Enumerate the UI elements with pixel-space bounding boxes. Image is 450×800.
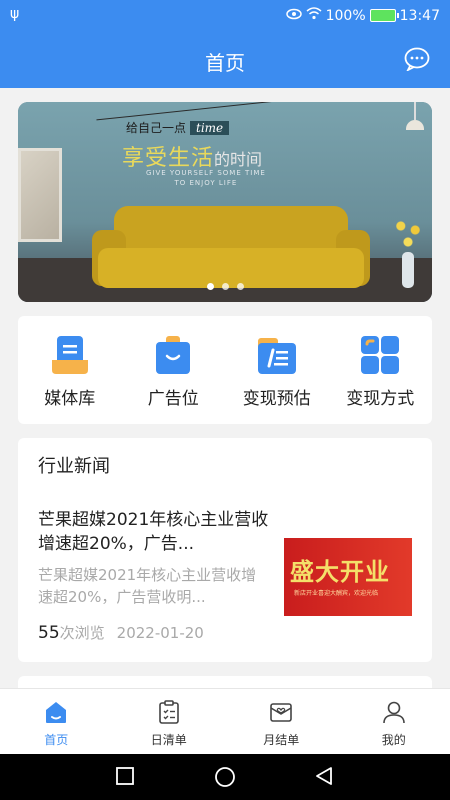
wifi-icon [306, 7, 322, 24]
battery-icon [369, 9, 399, 22]
carousel-dot[interactable] [221, 283, 229, 290]
home-button-icon[interactable] [214, 766, 236, 788]
home-icon [46, 702, 67, 723]
tab-label: 日清单 [150, 733, 187, 747]
tab-daily-list[interactable]: 日清单 [113, 689, 226, 754]
quick-item-ad-slot[interactable]: 广告位 [122, 316, 226, 424]
news-heading: 行业新闻 [38, 456, 110, 477]
banner-painting [18, 148, 62, 242]
banner-line1-text: 给自己一点 [126, 121, 187, 135]
media-library-icon [51, 336, 88, 374]
quick-item-methods[interactable]: 变现方式 [329, 316, 433, 424]
bottom-tab-bar: 首页 日清单 月结单 我的 [0, 688, 450, 754]
daily-list-icon [158, 700, 179, 724]
news-meta: 55次浏览 2022-01-20 [38, 622, 204, 643]
eye-icon [285, 8, 302, 24]
news-section: 行业新闻 芒果超媒2021年核心主业营收增速超20%，广告... 芒果超媒202… [18, 438, 432, 662]
banner-english: GIVE YOURSELF SOME TIME TO ENJOY LIFE [146, 168, 266, 188]
methods-icon [361, 336, 400, 374]
thumbnail-text: 盛大开业 [290, 558, 390, 586]
quick-menu: 媒体库 广告位 变现预估 变现方式 [18, 316, 432, 424]
news-title[interactable]: 芒果超媒2021年核心主业营收增速超20%，广告... [38, 508, 274, 556]
tab-monthly-statement[interactable]: 月结单 [225, 689, 338, 754]
banner-carousel[interactable]: 给自己一点 time 享受生活的时间 GIVE YOURSELF SOME TIM… [18, 102, 432, 302]
quick-item-label: 广告位 [147, 389, 199, 409]
news-summary[interactable]: 芒果超媒2021年核心主业营收增速超20%，广告营收明... [38, 564, 264, 608]
carousel-indicator [18, 283, 432, 290]
profile-icon [382, 701, 405, 724]
banner-time-word: time [190, 121, 230, 135]
news-thumbnail[interactable]: 盛大开业 新店开业喜迎大酬宾，欢迎光临 [284, 526, 412, 628]
back-icon[interactable] [314, 766, 334, 786]
battery-percent: 100% [325, 7, 366, 24]
system-nav-bar [0, 754, 450, 800]
message-icon[interactable] [404, 47, 430, 71]
quick-item-label: 变现方式 [346, 389, 415, 409]
banner-line1: 给自己一点 time [126, 119, 230, 136]
carousel-dot[interactable] [236, 283, 244, 290]
news-date: 2022-01-20 [116, 624, 204, 642]
recent-apps-icon[interactable] [115, 766, 135, 786]
quick-item-label: 变现预估 [242, 389, 311, 409]
news-view-suffix: 次浏览 [59, 624, 105, 642]
page-title: 首页 [205, 51, 245, 75]
banner-english-line2: TO ENJOY LIFE [174, 179, 238, 187]
lamp-cord [414, 102, 416, 120]
tab-home[interactable]: 首页 [0, 689, 113, 754]
monthly-statement-icon [270, 703, 293, 722]
quick-item-media-library[interactable]: 媒体库 [18, 316, 122, 424]
status-bar: ψ 100% 13:47 [0, 0, 450, 32]
usb-icon: ψ [10, 6, 20, 22]
tab-label: 首页 [44, 733, 69, 747]
flowers-image [390, 214, 426, 254]
quick-item-label: 媒体库 [44, 389, 96, 409]
banner-headline-tail: 的时间 [214, 150, 263, 169]
ad-slot-icon [156, 336, 191, 374]
tab-profile[interactable]: 我的 [338, 689, 450, 754]
tab-label: 我的 [381, 733, 406, 747]
carousel-dot[interactable] [206, 283, 214, 290]
header: 首页 [0, 32, 450, 88]
clock: 13:47 [399, 7, 440, 24]
tab-label: 月结单 [263, 733, 300, 747]
banner-english-line1: GIVE YOURSELF SOME TIME [146, 169, 266, 177]
estimate-icon [257, 338, 296, 374]
status-right: 100% 13:47 [285, 7, 440, 24]
quick-item-estimate[interactable]: 变现预估 [225, 316, 329, 424]
thumbnail-subtext: 新店开业喜迎大酬宾，欢迎光临 [294, 590, 379, 597]
sofa-seat [98, 248, 364, 288]
news-view-count: 55 [38, 623, 60, 643]
